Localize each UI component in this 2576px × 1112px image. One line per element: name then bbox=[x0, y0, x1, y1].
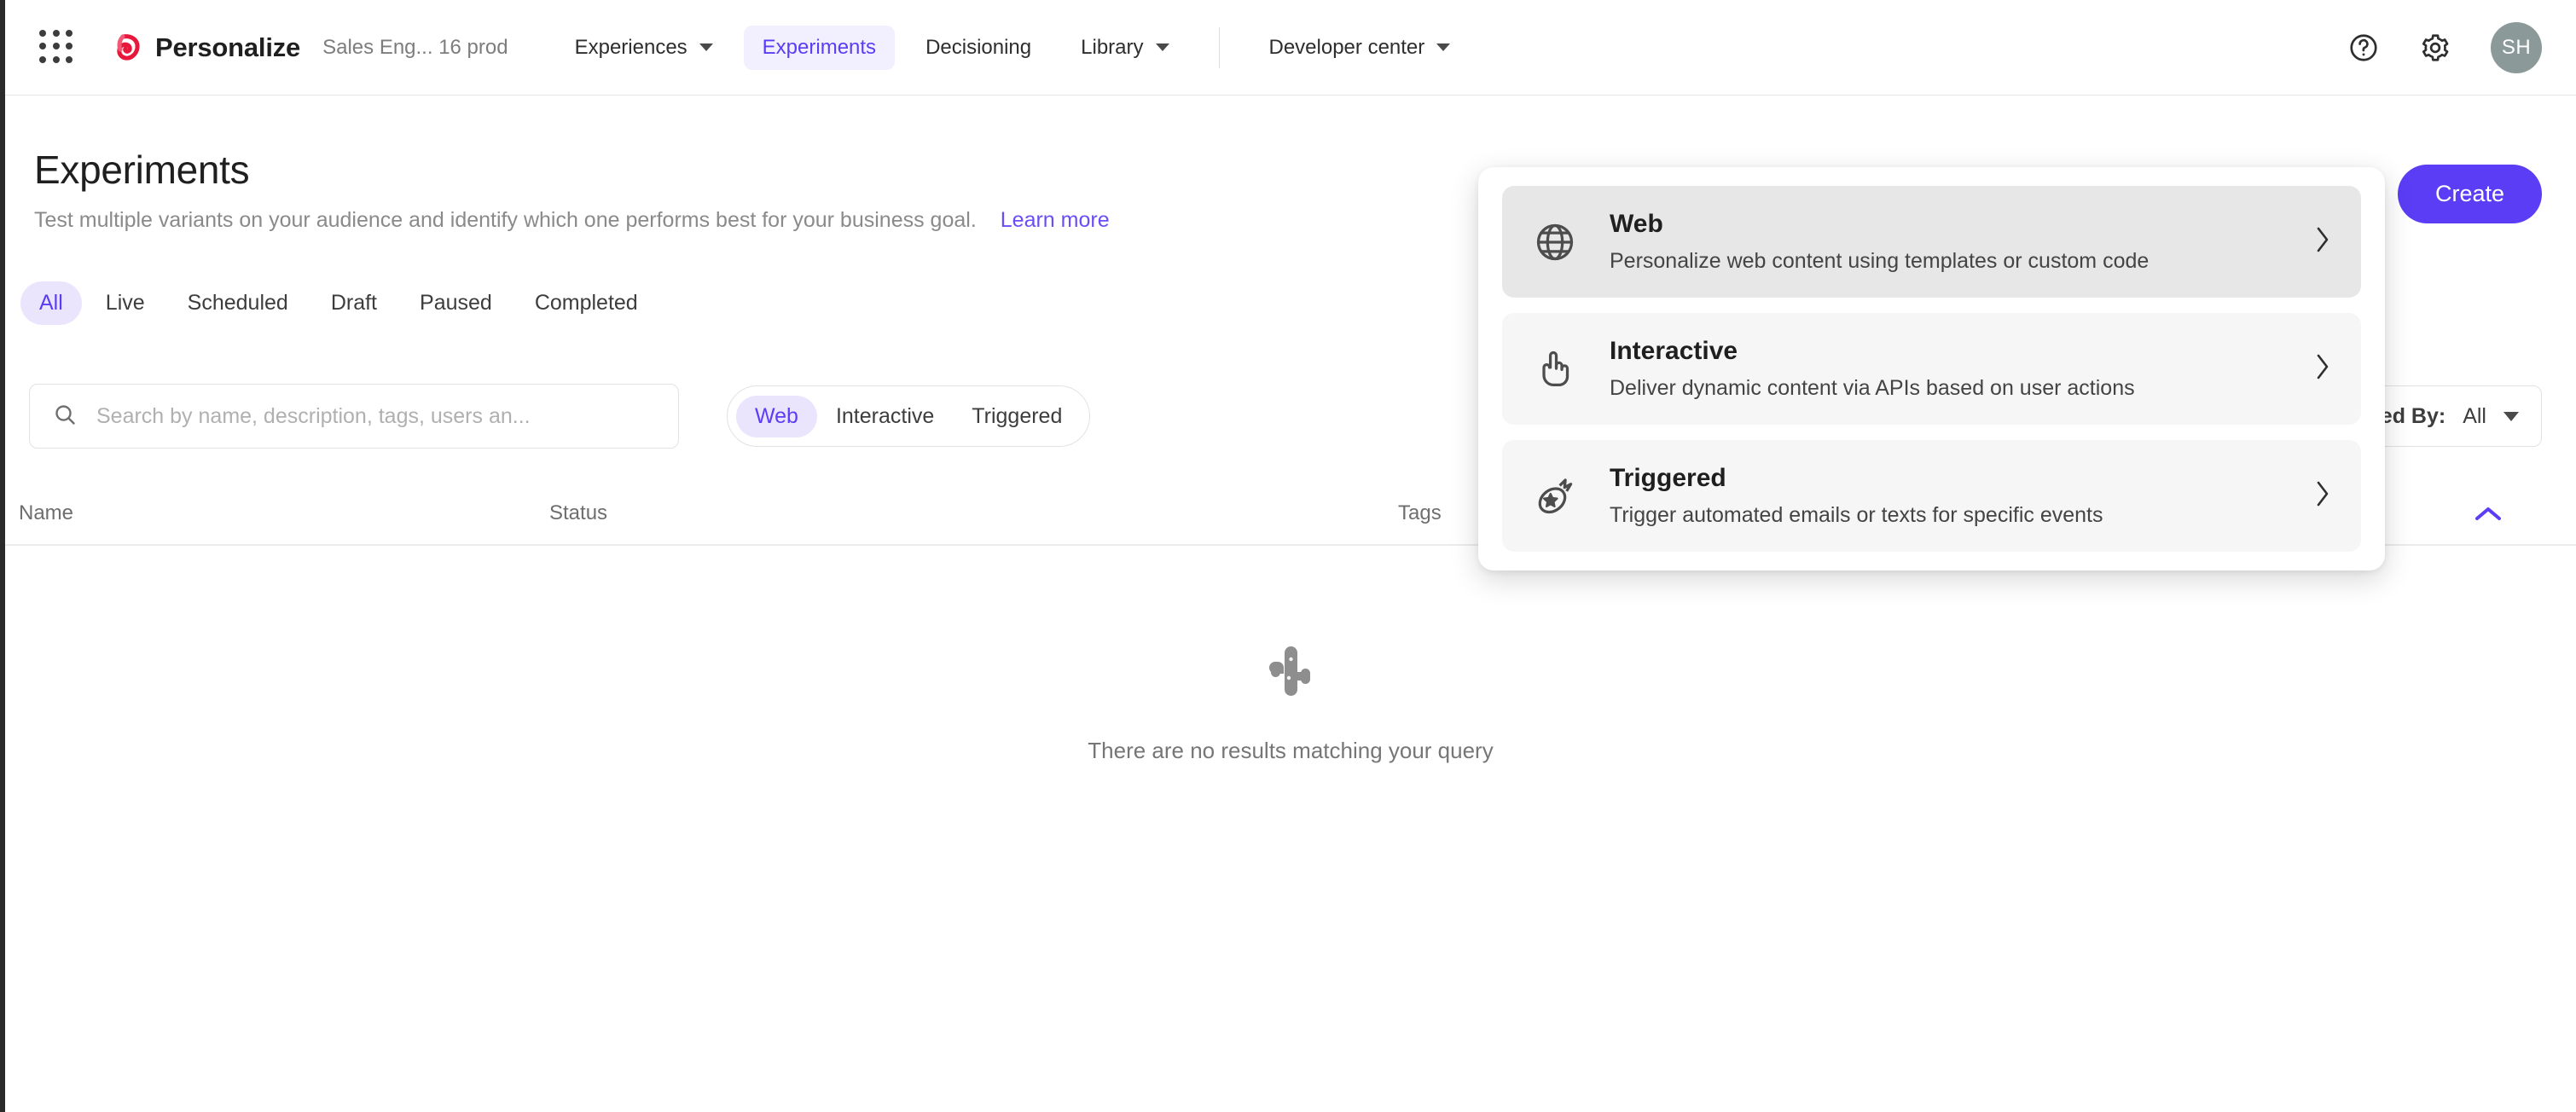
pointing-hand-icon bbox=[1531, 345, 1579, 393]
column-header-name[interactable]: Name bbox=[19, 501, 73, 525]
globe-icon bbox=[1531, 218, 1579, 266]
chevron-right-icon bbox=[2313, 478, 2332, 514]
popover-item-text: Web Personalize web content using templa… bbox=[1610, 210, 2283, 274]
learn-more-link[interactable]: Learn more bbox=[1001, 208, 1110, 233]
status-tab-live[interactable]: Live bbox=[87, 281, 164, 325]
nav-item-experiments[interactable]: Experiments bbox=[744, 26, 895, 70]
search-icon bbox=[52, 402, 78, 431]
experiment-type-segmented-control: Web Interactive Triggered bbox=[727, 385, 1090, 447]
primary-nav: Experiences Experiments Decisioning Libr… bbox=[556, 0, 1482, 95]
popover-item-text: Triggered Trigger automated emails or te… bbox=[1610, 464, 2283, 528]
search-box[interactable] bbox=[29, 384, 679, 449]
help-circle-icon[interactable] bbox=[2347, 32, 2380, 64]
chevron-up-icon[interactable] bbox=[2474, 505, 2503, 528]
status-tab-paused[interactable]: Paused bbox=[401, 281, 511, 325]
nav-item-experiences[interactable]: Experiences bbox=[556, 26, 732, 70]
personalize-logo-icon bbox=[113, 32, 145, 64]
column-header-tags[interactable]: Tags bbox=[1398, 501, 1442, 525]
comet-star-icon bbox=[1531, 472, 1579, 520]
nav-item-decisioning[interactable]: Decisioning bbox=[907, 26, 1050, 70]
status-tab-completed[interactable]: Completed bbox=[516, 281, 657, 325]
nav-label: Experiences bbox=[575, 36, 688, 60]
brand[interactable]: Personalize bbox=[113, 32, 300, 64]
app-root: Personalize Sales Eng... 16 prod Experie… bbox=[0, 0, 2576, 1112]
nav-item-library[interactable]: Library bbox=[1062, 26, 1187, 70]
popover-item-title: Web bbox=[1610, 210, 2283, 239]
segment-triggered[interactable]: Triggered bbox=[953, 396, 1081, 437]
status-filter-tabs: All Live Scheduled Draft Paused Complete… bbox=[20, 281, 657, 325]
gear-icon[interactable] bbox=[2419, 32, 2451, 64]
create-experiment-popover: Web Personalize web content using templa… bbox=[1478, 167, 2385, 570]
cactus-icon bbox=[1264, 643, 1317, 704]
created-by-value: All bbox=[2463, 404, 2486, 429]
status-tab-draft[interactable]: Draft bbox=[312, 281, 396, 325]
empty-state: There are no results matching your query bbox=[5, 546, 2576, 1112]
search-input[interactable] bbox=[96, 404, 656, 429]
chevron-down-icon bbox=[699, 43, 713, 51]
chevron-down-icon bbox=[1436, 43, 1450, 51]
popover-item-description: Trigger automated emails or texts for sp… bbox=[1610, 503, 2283, 528]
workspace-selector[interactable]: Sales Eng... 16 prod bbox=[322, 36, 508, 60]
avatar[interactable]: SH bbox=[2491, 22, 2542, 73]
popover-item-title: Triggered bbox=[1610, 464, 2283, 493]
segment-interactive[interactable]: Interactive bbox=[817, 396, 953, 437]
nav-label: Decisioning bbox=[925, 36, 1031, 60]
popover-item-interactive[interactable]: Interactive Deliver dynamic content via … bbox=[1502, 313, 2361, 425]
segment-web[interactable]: Web bbox=[736, 396, 817, 437]
nav-label: Library bbox=[1081, 36, 1143, 60]
chevron-right-icon bbox=[2313, 223, 2332, 260]
brand-name: Personalize bbox=[155, 32, 300, 63]
top-navigation-bar: Personalize Sales Eng... 16 prod Experie… bbox=[5, 0, 2576, 96]
page-subtitle: Test multiple variants on your audience … bbox=[34, 208, 977, 233]
popover-item-title: Interactive bbox=[1610, 337, 2283, 366]
popover-item-web[interactable]: Web Personalize web content using templa… bbox=[1502, 186, 2361, 298]
column-header-status[interactable]: Status bbox=[549, 501, 607, 525]
chevron-right-icon bbox=[2313, 350, 2332, 387]
chevron-down-icon bbox=[1156, 43, 1169, 51]
status-tab-all[interactable]: All bbox=[20, 281, 82, 325]
empty-state-message: There are no results matching your query bbox=[1088, 738, 1493, 764]
popover-item-description: Personalize web content using templates … bbox=[1610, 249, 2283, 274]
create-button[interactable]: Create bbox=[2398, 165, 2542, 223]
nav-label: Developer center bbox=[1269, 36, 1425, 60]
popover-item-text: Interactive Deliver dynamic content via … bbox=[1610, 337, 2283, 401]
nav-label: Experiments bbox=[763, 36, 876, 60]
popover-item-description: Deliver dynamic content via APIs based o… bbox=[1610, 376, 2283, 401]
page-title: Experiments bbox=[34, 147, 249, 193]
apps-grid-icon[interactable] bbox=[39, 30, 75, 66]
topnav-actions: SH bbox=[2347, 22, 2542, 73]
chevron-down-icon bbox=[2503, 412, 2519, 421]
page-subtitle-row: Test multiple variants on your audience … bbox=[34, 208, 1110, 233]
nav-divider bbox=[1219, 27, 1220, 68]
status-tab-scheduled[interactable]: Scheduled bbox=[169, 281, 307, 325]
popover-item-triggered[interactable]: Triggered Trigger automated emails or te… bbox=[1502, 440, 2361, 552]
nav-item-developer-center[interactable]: Developer center bbox=[1250, 26, 1470, 70]
